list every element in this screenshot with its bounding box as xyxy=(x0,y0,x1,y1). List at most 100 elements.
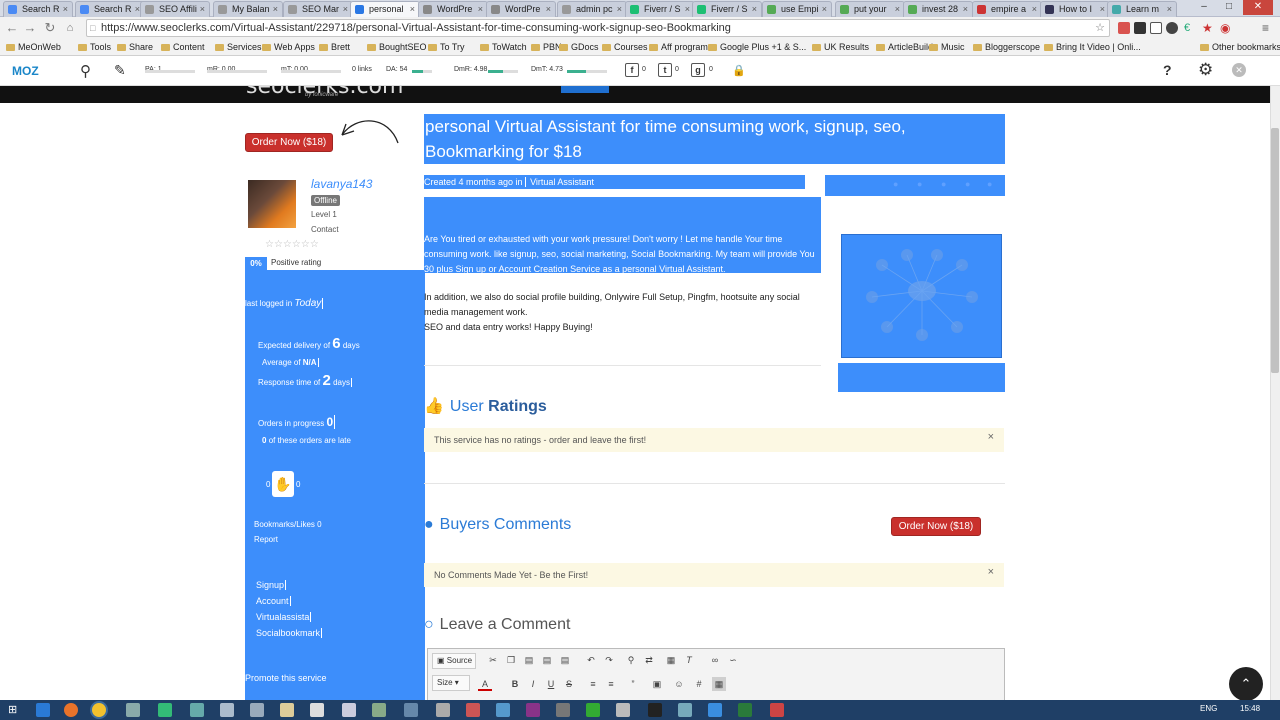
paste-text-icon[interactable]: ▤ xyxy=(540,653,554,667)
taskbar-app-icon[interactable] xyxy=(342,703,356,717)
email-share-icon[interactable]: ● xyxy=(987,179,992,189)
taskbar-app-icon[interactable] xyxy=(678,703,692,717)
googleplus-icon[interactable]: g xyxy=(691,63,705,77)
select-all-icon[interactable]: ▦ xyxy=(664,653,678,667)
taskbar-app-icon[interactable] xyxy=(372,703,386,717)
bookmark-item[interactable]: UK Results xyxy=(812,41,869,54)
start-icon[interactable]: ⊞ xyxy=(8,703,22,717)
back-icon[interactable]: ← xyxy=(4,20,20,36)
close-icon[interactable]: × xyxy=(988,425,994,449)
taskbar-app-icon[interactable] xyxy=(280,703,294,717)
thumbs-icon[interactable]: ✋ xyxy=(272,471,294,497)
bookmark-item[interactable]: Tools xyxy=(78,41,111,54)
url-input[interactable]: □ https://www.seoclerks.com/Virtual-Assi… xyxy=(86,19,1110,37)
browser-tab[interactable]: WordPre × xyxy=(486,1,556,17)
browser-tab[interactable]: personal × xyxy=(350,1,420,17)
category-link[interactable]: Virtual Assistant xyxy=(525,177,594,187)
bookmark-item[interactable]: Content xyxy=(161,41,205,54)
numbered-list-icon[interactable]: ≡ xyxy=(586,677,600,691)
close-icon[interactable]: × xyxy=(988,560,994,584)
euro-icon[interactable]: € xyxy=(1184,22,1196,34)
bookmark-item[interactable]: Share xyxy=(117,41,153,54)
link-icon[interactable]: ∞ xyxy=(708,653,722,667)
minimize-button[interactable]: – xyxy=(1193,0,1215,15)
taskbar-app-icon[interactable] xyxy=(770,703,784,717)
firefox-icon[interactable] xyxy=(64,703,78,717)
ie-icon[interactable] xyxy=(36,703,50,717)
bookmark-item[interactable]: Brett xyxy=(319,41,350,54)
tab-close-icon[interactable]: × xyxy=(546,2,551,16)
taskbar-app-icon[interactable] xyxy=(310,703,324,717)
source-button[interactable]: ▣ Source xyxy=(432,653,476,669)
bookmark-item[interactable]: Other bookmarks xyxy=(1200,41,1280,54)
extension-icon[interactable] xyxy=(1134,22,1146,34)
taskbar-app-icon[interactable] xyxy=(526,703,540,717)
bookmark-item[interactable]: Web Apps xyxy=(262,41,315,54)
maximize-button[interactable]: □ xyxy=(1218,0,1240,15)
replace-icon[interactable]: ⇄ xyxy=(642,653,656,667)
star-icon[interactable]: ★ xyxy=(1202,22,1214,34)
scroll-to-top-button[interactable]: ⌃ xyxy=(1229,667,1263,700)
facebook-icon[interactable]: f xyxy=(625,63,639,77)
browser-tab[interactable]: Search R × xyxy=(3,1,73,17)
redo-icon[interactable]: ↷ xyxy=(602,653,616,667)
tab-close-icon[interactable]: × xyxy=(895,2,900,16)
report-link[interactable]: Report xyxy=(254,535,278,544)
tab-close-icon[interactable]: × xyxy=(1100,2,1105,16)
order-now-button-2[interactable]: Order Now ($18) xyxy=(891,517,981,536)
remove-format-icon[interactable]: T xyxy=(682,653,696,667)
lock-icon[interactable]: 🔒 xyxy=(732,64,746,77)
username-link[interactable]: lavanya143 xyxy=(311,177,372,191)
tab-close-icon[interactable]: × xyxy=(685,2,690,16)
tag-link[interactable]: Socialbookmark xyxy=(256,628,323,638)
tab-close-icon[interactable]: × xyxy=(343,2,348,16)
clock[interactable]: 15:48 xyxy=(1240,704,1260,713)
extension-icon[interactable] xyxy=(1166,22,1178,34)
taskbar-app-icon[interactable] xyxy=(556,703,570,717)
tab-close-icon[interactable]: × xyxy=(752,2,757,16)
bookmark-item[interactable]: ToWatch xyxy=(480,41,527,54)
taskbar-app-icon[interactable] xyxy=(220,703,234,717)
strike-icon[interactable]: S xyxy=(562,677,576,691)
smiley-icon[interactable]: ☺ xyxy=(672,677,686,691)
taskbar-app-icon[interactable] xyxy=(496,703,510,717)
linkedin-share-icon[interactable]: ● xyxy=(941,179,946,189)
header-nav-button[interactable] xyxy=(561,86,609,93)
close-window-button[interactable]: ✕ xyxy=(1243,0,1273,15)
taskbar-app-icon[interactable] xyxy=(404,703,418,717)
taskbar-app-icon[interactable] xyxy=(648,703,662,717)
bookmark-item[interactable]: Services xyxy=(215,41,262,54)
reload-icon[interactable]: ↻ xyxy=(42,20,58,36)
browser-tab[interactable]: WordPre × xyxy=(418,1,488,17)
language-indicator[interactable]: ENG xyxy=(1200,704,1217,713)
size-dropdown[interactable]: Size ▾ xyxy=(432,675,470,691)
taskbar-app-icon[interactable] xyxy=(250,703,264,717)
chrome-icon[interactable] xyxy=(92,703,106,717)
search-icon[interactable]: ⚲ xyxy=(80,62,91,80)
taskbar-app-icon[interactable] xyxy=(190,703,204,717)
bookmark-item[interactable]: PBN xyxy=(531,41,562,54)
browser-tab[interactable]: Fiverr / S × xyxy=(625,1,695,17)
twitter-share-icon[interactable]: ● xyxy=(893,179,898,189)
cut-icon[interactable]: ✂ xyxy=(486,653,500,667)
bookmarks-likes[interactable]: Bookmarks/Likes 0 xyxy=(254,520,322,529)
scrollbar-thumb[interactable] xyxy=(1271,128,1279,373)
contact-link[interactable]: Contact xyxy=(311,225,339,234)
bookmark-item[interactable]: MeOnWeb xyxy=(6,41,61,54)
underline-icon[interactable]: U xyxy=(544,677,558,691)
browser-tab[interactable]: admin pc × xyxy=(557,1,627,17)
browser-tab[interactable]: Learn m × xyxy=(1107,1,1177,17)
home-icon[interactable]: ⌂ xyxy=(62,20,78,36)
taskbar-app-icon[interactable] xyxy=(126,703,140,717)
browser-tab[interactable]: put your × xyxy=(835,1,905,17)
extension-icon[interactable] xyxy=(1118,22,1130,34)
help-icon[interactable]: ? xyxy=(1163,62,1172,78)
tab-close-icon[interactable]: × xyxy=(63,2,68,16)
browser-tab[interactable]: empire a × xyxy=(972,1,1042,17)
taskbar-app-icon[interactable] xyxy=(158,703,172,717)
extension-icon[interactable]: ◉ xyxy=(1220,22,1232,34)
bookmark-item[interactable]: Aff programs xyxy=(649,41,712,54)
bookmark-item[interactable]: Courses xyxy=(602,41,648,54)
bookmark-star-icon[interactable]: ☆ xyxy=(1095,20,1105,36)
browser-tab[interactable]: My Balan × xyxy=(213,1,283,17)
